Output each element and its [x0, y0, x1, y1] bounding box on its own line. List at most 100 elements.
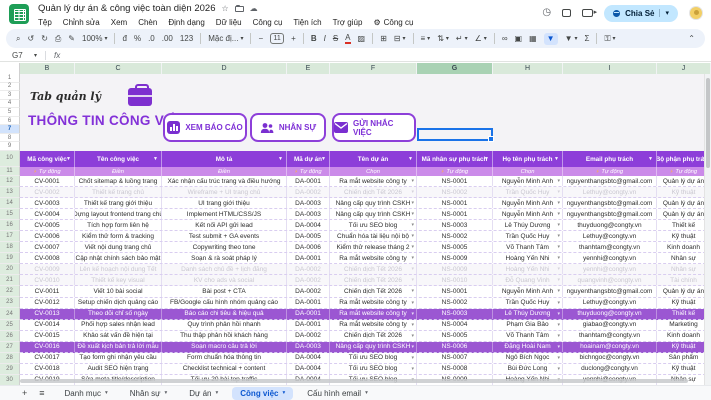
all-sheets-icon[interactable]: ≡ — [39, 388, 44, 398]
name-box-caret-icon[interactable]: ▾ — [34, 52, 37, 59]
table-cell[interactable]: NS-0001 — [417, 209, 493, 219]
filter-funnel-icon[interactable]: ▼ — [66, 156, 71, 162]
cell-dropdown-icon[interactable]: ▾ — [411, 244, 414, 250]
table-cell[interactable]: NS-0002 — [417, 187, 493, 197]
table-header-9[interactable]: Bộ phận phụ trách▼ — [657, 151, 711, 167]
filter-funnel-icon[interactable]: ▼ — [153, 156, 158, 162]
paint-format-icon[interactable]: ✎ — [68, 35, 75, 43]
fill-color-icon[interactable]: ▨ — [358, 35, 366, 43]
table-cell[interactable]: nguyenthangsbtc@gmail.com — [563, 176, 657, 186]
cell-dropdown-icon[interactable]: ▾ — [411, 178, 414, 184]
table-cell[interactable]: Thiết kế — [657, 309, 711, 319]
row-header-16[interactable]: 16 — [0, 220, 20, 231]
row-header-12[interactable]: 12 — [0, 176, 20, 187]
table-cell[interactable]: Chiến dịch Tết 2026▾ — [330, 286, 417, 296]
table-cell[interactable]: nguyenthangsbtc@gmail.com — [563, 198, 657, 208]
table-cell[interactable]: CV-0008 — [20, 253, 75, 263]
menu-dữ-liệu[interactable]: Dữ liệu — [216, 18, 242, 27]
table-cell[interactable]: Quản lý dự án — [657, 198, 711, 208]
cell-dropdown-icon[interactable]: ▾ — [557, 277, 560, 283]
table-cell[interactable]: nguyenthangsbtc@gmail.com — [563, 209, 657, 219]
table-cell[interactable]: DA-0004 — [287, 353, 330, 363]
table-cell[interactable]: Phạm Gia Bảo▾ — [493, 320, 563, 330]
cell-dropdown-icon[interactable]: ▾ — [557, 222, 560, 228]
table-cell[interactable]: CV-0018 — [20, 364, 75, 374]
print-icon[interactable]: ⎙ — [55, 35, 61, 43]
cell-dropdown-icon[interactable]: ▾ — [411, 277, 414, 283]
table-cell[interactable]: Kinh doanh — [657, 242, 711, 252]
cell-dropdown-icon[interactable]: ▾ — [411, 344, 414, 350]
table-cell[interactable]: UI trang giới thiệu — [162, 198, 287, 208]
table-cell[interactable]: Đề xuất kịch bản trả lời mẫu — [75, 342, 162, 352]
table-cell[interactable]: NS-0008 — [417, 364, 493, 374]
cell-dropdown-icon[interactable]: ▾ — [557, 366, 560, 372]
table-cell[interactable]: Thiết kế key visual — [75, 275, 162, 285]
table-cell[interactable]: quangvinh@congty.vn — [563, 275, 657, 285]
table-cell[interactable]: NS-0001 — [417, 176, 493, 186]
cell-dropdown-icon[interactable]: ▾ — [557, 244, 560, 250]
table-cell[interactable]: Thiết kế trang giới thiệu — [75, 198, 162, 208]
cell-dropdown-icon[interactable]: ▾ — [411, 200, 414, 206]
table-cell[interactable]: DA-0003 — [287, 209, 330, 219]
table-cell[interactable]: FB/Google cấu hình nhóm quảng cáo — [162, 298, 287, 308]
cell-dropdown-icon[interactable]: ▾ — [411, 311, 414, 317]
table-cell[interactable]: DA-0002 — [287, 275, 330, 285]
table-cell[interactable]: Lê Thúy Dương▾ — [493, 220, 563, 230]
table-cell[interactable]: Danh sách chủ đề + lịch đăng — [162, 264, 287, 274]
column-header-E[interactable]: E — [287, 63, 330, 74]
table-cell[interactable]: Checklist technical + content — [162, 364, 287, 374]
table-cell[interactable]: Nguyễn Minh Anh▾ — [493, 209, 563, 219]
table-cell[interactable]: Nguyễn Minh Anh▾ — [493, 198, 563, 208]
row-header-15[interactable]: 15 — [0, 209, 20, 220]
table-cell[interactable]: Kiểm thử release tháng 2▾ — [330, 242, 417, 252]
table-cell[interactable]: Chiến dịch Tết 2026▾ — [330, 275, 417, 285]
table-cell[interactable]: NS-0001 — [417, 286, 493, 296]
table-cell[interactable]: Ra mắt website công ty▾ — [330, 320, 417, 330]
table-cell[interactable]: Chốt sitemap & luồng trang — [75, 176, 162, 186]
table-cell[interactable]: Tích hợp form liên hệ — [75, 220, 162, 230]
tab-menu-caret-icon[interactable]: ▾ — [216, 390, 219, 396]
table-cell[interactable]: Tối ưu SEO blog▾ — [330, 353, 417, 363]
comment-history-icon[interactable] — [562, 9, 571, 17]
menu-extension-tools[interactable]: ⚙Công cụ — [373, 18, 413, 27]
table-cell[interactable]: Kỹ thuật — [657, 364, 711, 374]
table-cell[interactable]: Copywriting theo tone — [162, 242, 287, 252]
percent-format-icon[interactable]: % — [134, 35, 141, 43]
cell-dropdown-icon[interactable]: ▾ — [557, 200, 560, 206]
table-cell[interactable]: Lên kế hoạch nội dung Tết — [75, 264, 162, 274]
filter-funnel-icon[interactable]: ▼ — [484, 156, 489, 162]
row-header-19[interactable]: 19 — [0, 253, 20, 264]
table-cell[interactable]: Chiến dịch Tết 2026▾ — [330, 187, 417, 197]
row-header-6[interactable]: 6 — [0, 117, 20, 126]
zoom-select[interactable]: 100%▾ — [82, 35, 107, 43]
table-cell[interactable]: thuyduong@congty.vn — [563, 309, 657, 319]
table-cell[interactable]: CV-0012 — [20, 298, 75, 308]
sheet-tab-nhân-sự[interactable]: Nhân sự▾ — [122, 387, 175, 400]
cell-dropdown-icon[interactable]: ▾ — [557, 322, 560, 328]
cell-dropdown-icon[interactable]: ▾ — [557, 300, 560, 306]
cell-dropdown-icon[interactable]: ▾ — [411, 222, 414, 228]
cell-dropdown-icon[interactable]: ▾ — [411, 322, 414, 328]
table-cell[interactable]: Nâng cấp quy trình CSKH▾ — [330, 342, 417, 352]
table-cell[interactable]: Marketing — [657, 320, 711, 330]
column-header-B[interactable]: B — [20, 63, 75, 74]
table-cell[interactable]: DA-0001 — [287, 253, 330, 263]
table-cell[interactable]: thuyduong@congty.vn — [563, 220, 657, 230]
table-cell[interactable]: DA-0001 — [287, 298, 330, 308]
table-cell[interactable]: yennhi@congty.vn — [563, 253, 657, 263]
vertical-align-icon[interactable]: ⇅▾ — [437, 35, 449, 43]
filter-funnel-icon[interactable]: ▼ — [278, 156, 283, 162]
table-cell[interactable]: Kỹ thuật — [657, 342, 711, 352]
table-cell[interactable]: Tối ưu SEO blog▾ — [330, 220, 417, 230]
font-select[interactable]: Mặc đị...▾ — [208, 35, 243, 43]
sheets-logo[interactable] — [9, 4, 29, 24]
send-reminder-button[interactable]: GỬI NHẮC VIỆC — [332, 113, 416, 142]
table-cell[interactable]: Kỹ thuật — [657, 298, 711, 308]
table-header-6[interactable]: Mã nhân sự phụ trách▼ — [417, 151, 493, 167]
table-cell[interactable]: Wireframe + UI trang chủ — [162, 187, 287, 197]
version-history-icon[interactable]: ◷ — [542, 8, 551, 18]
table-header-3[interactable]: Mô tả▼ — [162, 151, 287, 167]
table-cell[interactable]: NS-0003 — [417, 220, 493, 230]
table-cell[interactable]: Quản lý dự án — [657, 176, 711, 186]
table-cell[interactable]: Đỗ Quang Vinh▾ — [493, 275, 563, 285]
